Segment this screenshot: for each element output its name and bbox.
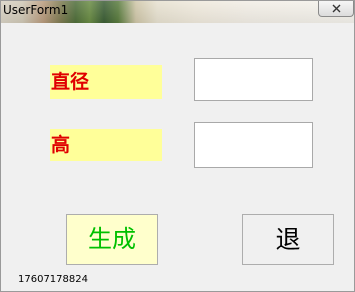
generate-button[interactable]: 生成: [66, 214, 158, 265]
height-input[interactable]: [194, 122, 313, 168]
exit-button[interactable]: 退: [242, 214, 334, 265]
diameter-input[interactable]: [194, 58, 313, 101]
userform-window: UserForm1 直径 高 生成 退 17607178824: [0, 0, 355, 292]
close-icon: [332, 4, 341, 13]
window-title: UserForm1: [3, 3, 69, 17]
close-button[interactable]: [318, 1, 354, 17]
footer-number: 17607178824: [18, 274, 88, 285]
diameter-label: 直径: [50, 65, 162, 99]
title-bar[interactable]: UserForm1: [1, 1, 354, 23]
height-label: 高: [50, 129, 162, 161]
